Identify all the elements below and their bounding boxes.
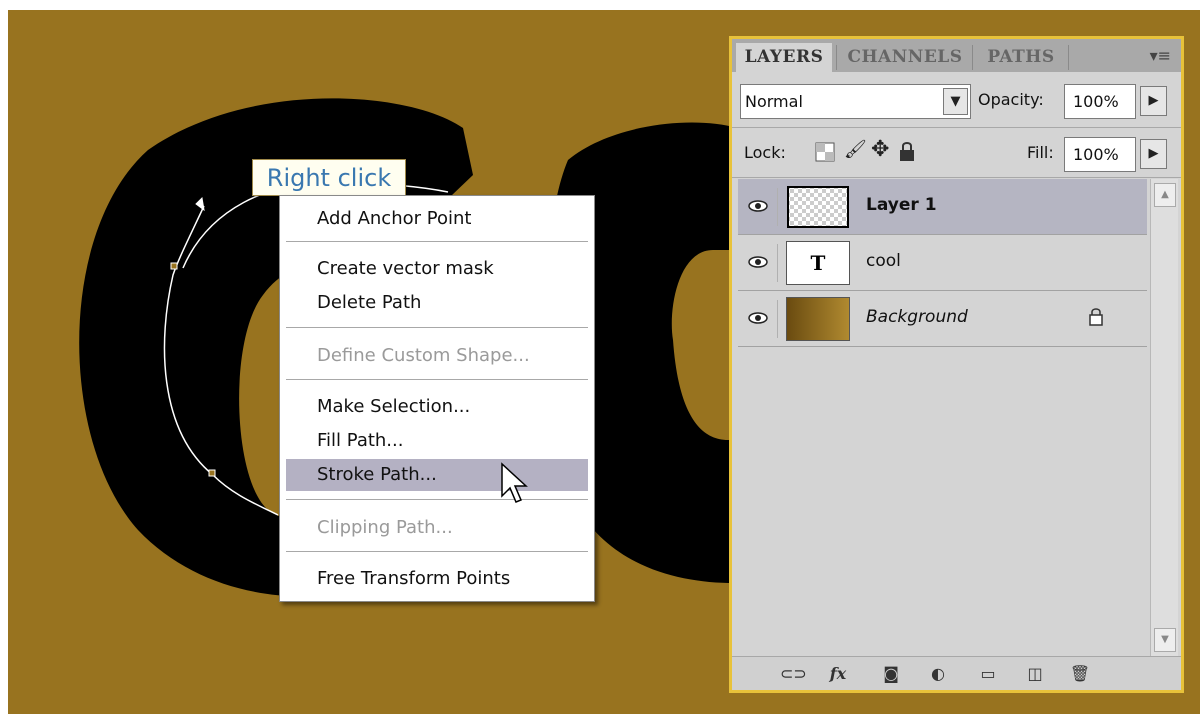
menu-item-add-anchor-point[interactable]: Add Anchor Point — [286, 203, 588, 235]
context-menu: Add Anchor Point Create vector mask Dele… — [279, 195, 595, 602]
scroll-up-icon[interactable]: ▲ — [1154, 183, 1176, 207]
blend-mode-value: Normal — [745, 92, 803, 111]
layers-scrollbar[interactable]: ▲ ▼ — [1150, 179, 1178, 656]
tab-channels[interactable]: CHANNELS — [840, 43, 970, 72]
menu-separator — [286, 241, 588, 242]
panel-menu-icon[interactable]: ▾≡ — [1150, 46, 1171, 65]
opacity-input[interactable]: 100% — [1064, 84, 1136, 119]
mask-icon[interactable]: ◙ — [880, 663, 902, 685]
cursor-icon — [501, 462, 528, 503]
fill-input[interactable]: 100% — [1064, 137, 1136, 172]
menu-item-fill-path[interactable]: Fill Path... — [286, 425, 588, 457]
divider — [732, 127, 1181, 128]
opacity-arrow-icon[interactable]: ▶ — [1140, 86, 1167, 116]
tab-layers[interactable]: LAYERS — [736, 43, 832, 72]
layer-name: cool — [866, 251, 901, 271]
lock-icon[interactable] — [898, 141, 916, 163]
layer-name: Layer 1 — [866, 195, 937, 215]
layer-thumbnail-transparent — [787, 186, 849, 228]
lock-label: Lock: — [744, 143, 786, 162]
layer-name: Background — [866, 307, 968, 327]
menu-item-free-transform-points[interactable]: Free Transform Points — [286, 563, 588, 595]
scroll-down-icon[interactable]: ▼ — [1154, 628, 1176, 652]
tab-paths[interactable]: PATHS — [976, 43, 1066, 72]
panel-tab-bar: LAYERS CHANNELS PATHS ▾≡ — [732, 39, 1181, 72]
lock-icon — [1089, 308, 1103, 326]
lock-transparency-icon[interactable] — [815, 142, 835, 162]
opacity-label: Opacity: — [978, 90, 1044, 109]
tab-separator — [836, 45, 837, 70]
adjustment-icon[interactable]: ◐ — [927, 663, 949, 685]
menu-item-define-custom-shape: Define Custom Shape... — [317, 345, 530, 366]
menu-separator — [286, 499, 588, 500]
layers-panel: LAYERS CHANNELS PATHS ▾≡ Normal ▼ Opacit… — [729, 36, 1184, 693]
tab-separator — [1068, 45, 1069, 70]
menu-item-delete-path[interactable]: Delete Path — [286, 287, 588, 319]
fill-arrow-icon[interactable]: ▶ — [1140, 139, 1167, 169]
layer-thumbnail-gradient — [786, 297, 850, 341]
menu-item-create-vector-mask[interactable]: Create vector mask — [286, 253, 588, 285]
link-icon[interactable]: ⊂⊃ — [780, 663, 807, 685]
tab-separator — [972, 45, 973, 70]
new-layer-icon[interactable]: ◫ — [1024, 663, 1046, 685]
eye-icon[interactable] — [742, 300, 778, 338]
menu-item-clipping-path: Clipping Path... — [317, 517, 453, 538]
panel-bottom-toolbar: ⊂⊃ fx ◙ ◐ ▭ ◫ 🗑 — [732, 656, 1181, 690]
menu-separator — [286, 327, 588, 328]
move-icon[interactable]: ✥ — [871, 137, 889, 162]
divider — [732, 177, 1181, 178]
fill-label: Fill: — [1027, 143, 1054, 162]
text-layer-icon: T — [786, 241, 850, 285]
trash-icon[interactable]: 🗑 — [1069, 663, 1091, 685]
menu-separator — [286, 379, 588, 380]
brush-icon[interactable]: 🖌 — [844, 139, 867, 160]
menu-item-stroke-path[interactable]: Stroke Path... — [286, 459, 588, 491]
eye-icon[interactable] — [742, 244, 778, 282]
menu-separator — [286, 551, 588, 552]
layer-row-layer-1[interactable]: Layer 1 — [738, 179, 1147, 235]
right-click-tooltip: Right click — [252, 159, 406, 196]
folder-icon[interactable]: ▭ — [977, 663, 999, 685]
layer-row-background[interactable]: Background — [738, 291, 1147, 347]
menu-item-make-selection[interactable]: Make Selection... — [286, 391, 588, 423]
blend-mode-select[interactable]: Normal ▼ — [740, 84, 971, 119]
layer-row-cool[interactable]: T cool — [738, 235, 1147, 291]
chevron-down-icon[interactable]: ▼ — [943, 88, 968, 115]
eye-icon[interactable] — [742, 188, 778, 226]
fx-icon[interactable]: fx — [827, 663, 849, 685]
